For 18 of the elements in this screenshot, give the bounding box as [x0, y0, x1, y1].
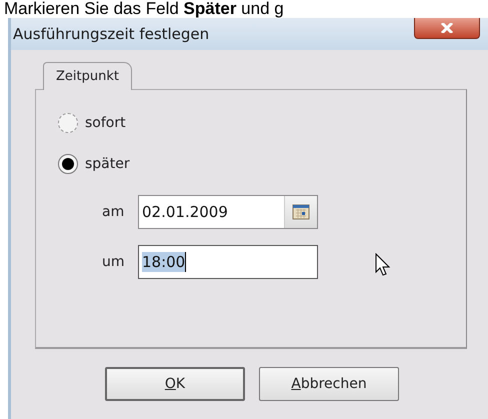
radio-label[interactable]: später [85, 156, 130, 172]
field-label: um [102, 254, 126, 270]
date-field[interactable]: 02.01.2009 [138, 195, 318, 229]
radio-button[interactable] [58, 113, 78, 133]
window-title: Ausführungszeit festlegen [12, 25, 210, 43]
pointer-icon [375, 253, 391, 277]
close-icon [439, 22, 455, 32]
time-field[interactable]: 18:00 [138, 245, 318, 279]
tab[interactable]: Zeitpunkt [43, 62, 132, 90]
radio-button[interactable] [58, 154, 78, 174]
radio-label[interactable]: sofort [85, 115, 126, 131]
cancel-button[interactable]: Abbrechen [259, 367, 399, 401]
close-button[interactable] [414, 18, 480, 38]
field-label: am [102, 204, 126, 220]
instruction-text: Markieren Sie das Feld Später und g [3, 0, 285, 18]
calendar-icon [292, 204, 310, 220]
calendar-button[interactable] [284, 196, 317, 228]
ok-button[interactable]: OK [105, 367, 245, 401]
